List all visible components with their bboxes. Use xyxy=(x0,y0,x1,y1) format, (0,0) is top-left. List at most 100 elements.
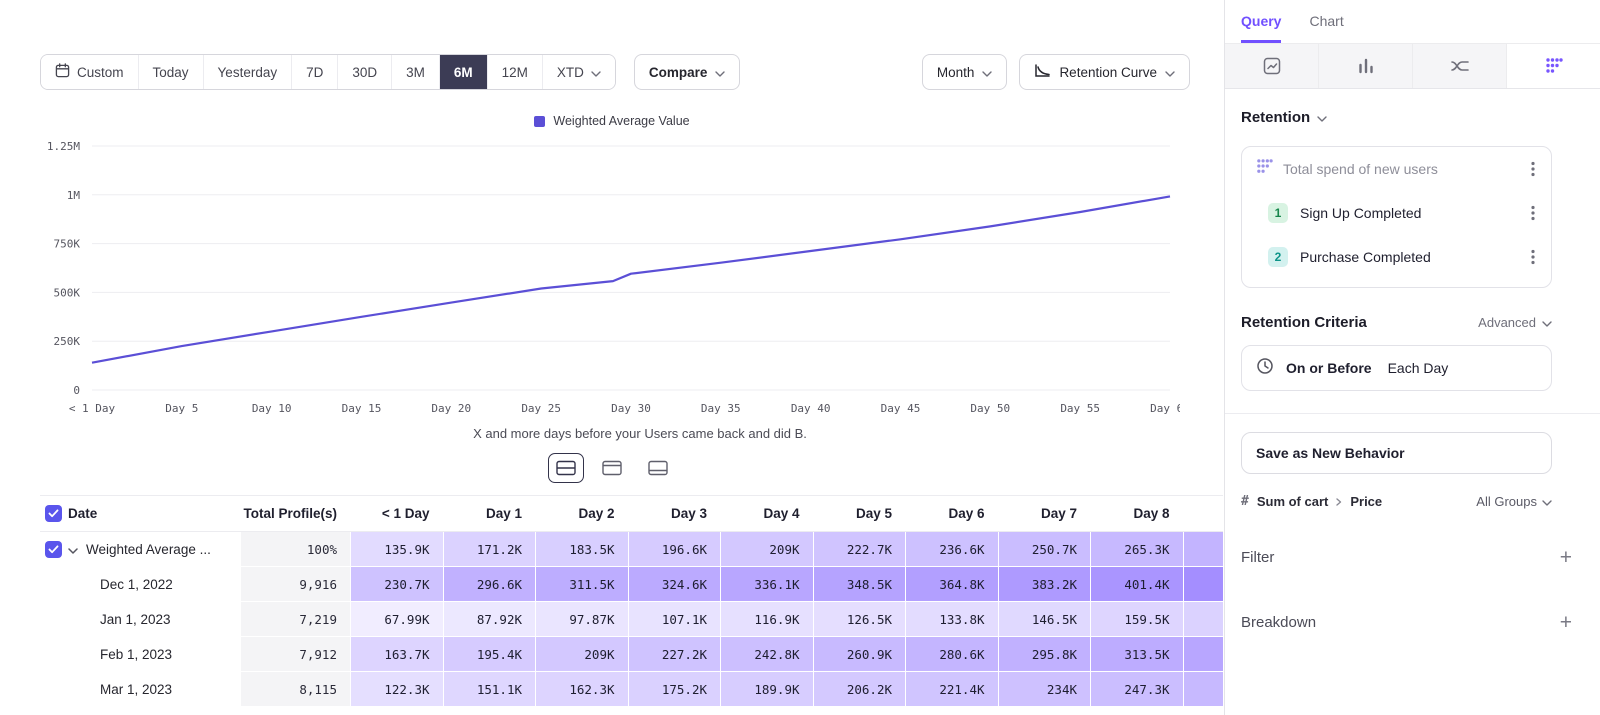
total-profiles-cell: 8,115 xyxy=(240,672,350,707)
breakdown-label: Breakdown xyxy=(1241,614,1316,631)
kebab-menu-icon[interactable] xyxy=(1527,203,1539,223)
checkbox-checked[interactable] xyxy=(45,541,62,558)
chevron-down-icon xyxy=(1542,315,1552,330)
table-row: Mar 1, 20238,115122.3K151.1K162.3K175.2K… xyxy=(40,672,1223,707)
value-cell-partial xyxy=(1183,602,1223,637)
value-cell: 236.6K xyxy=(905,532,998,567)
date-range-custom[interactable]: Custom xyxy=(41,55,138,89)
insights-chart-icon[interactable] xyxy=(1225,44,1318,88)
svg-text:Day 15: Day 15 xyxy=(342,402,382,415)
chart-type-dropdown[interactable]: Retention Curve xyxy=(1019,54,1190,90)
chevron-down-icon xyxy=(1542,494,1552,509)
value-cell: 296.6K xyxy=(443,567,536,602)
svg-text:Day 5: Day 5 xyxy=(165,402,198,415)
date-cell[interactable]: Feb 1, 2023 xyxy=(68,637,240,672)
chart-legend: Weighted Average Value xyxy=(0,114,1224,128)
date-range-label: XTD xyxy=(557,65,584,80)
measure-row[interactable]: # Sum of cart Price All Groups xyxy=(1241,494,1552,509)
column-header: Day 8 xyxy=(1090,496,1183,531)
expand-chevron-icon[interactable] xyxy=(68,542,78,557)
column-header: Day 3 xyxy=(628,496,721,531)
table-rows-layout-toggle[interactable] xyxy=(548,453,584,483)
compare-label: Compare xyxy=(649,65,708,80)
bar-chart-icon[interactable] xyxy=(1318,44,1412,88)
sidebar-body: Retention Total spend of new users 1Sign… xyxy=(1225,89,1600,633)
granularity-dropdown[interactable]: Month xyxy=(922,54,1008,90)
row-label: Mar 1, 2023 xyxy=(68,682,172,697)
value-cell: 324.6K xyxy=(628,567,721,602)
value-cell: 313.5K xyxy=(1090,637,1183,672)
total-profiles-cell: 7,912 xyxy=(240,637,350,672)
date-range-yesterday[interactable]: Yesterday xyxy=(203,55,292,89)
value-cell: 97.87K xyxy=(535,602,628,637)
table-row: Dec 1, 20229,916230.7K296.6K311.5K324.6K… xyxy=(40,567,1223,602)
kebab-menu-icon[interactable] xyxy=(1527,159,1539,179)
date-cell[interactable]: Mar 1, 2023 xyxy=(68,672,240,707)
value-cell: 250.7K xyxy=(998,532,1091,567)
date-range-3m[interactable]: 3M xyxy=(391,55,439,89)
tab-query[interactable]: Query xyxy=(1241,13,1281,43)
kebab-menu-icon[interactable] xyxy=(1527,247,1539,267)
number-property-icon: # xyxy=(1241,494,1249,509)
table-layout-toggles xyxy=(0,453,1224,483)
row-checkbox-cell xyxy=(40,602,68,637)
date-cell[interactable]: Dec 1, 2022 xyxy=(68,567,240,602)
behavior-card: Total spend of new users 1Sign Up Comple… xyxy=(1241,146,1552,288)
add-filter-button[interactable]: + xyxy=(1560,547,1572,568)
compare-button[interactable]: Compare xyxy=(634,54,741,90)
row-label: Dec 1, 2022 xyxy=(68,577,173,592)
step-label: Sign Up Completed xyxy=(1300,205,1515,221)
checkbox-checked[interactable] xyxy=(45,505,62,522)
value-cell-partial xyxy=(1183,637,1223,672)
chevron-down-icon xyxy=(1165,65,1175,80)
date-range-6m[interactable]: 6M xyxy=(439,55,487,89)
date-range-xtd[interactable]: XTD xyxy=(542,55,615,89)
behavior-header[interactable]: Total spend of new users xyxy=(1242,147,1551,191)
advanced-dropdown[interactable]: Advanced xyxy=(1478,315,1552,330)
divider xyxy=(1225,413,1600,414)
date-range-label: Custom xyxy=(77,65,124,80)
date-range-today[interactable]: Today xyxy=(138,55,203,89)
criteria-condition: On or Before xyxy=(1286,360,1372,376)
save-as-new-behavior-button[interactable]: Save as New Behavior xyxy=(1241,432,1552,474)
date-range-12m[interactable]: 12M xyxy=(487,55,542,89)
table-footer-layout-toggle[interactable] xyxy=(640,453,676,483)
measure-sub-property: Price xyxy=(1350,494,1382,509)
behavior-step[interactable]: 2Purchase Completed xyxy=(1242,235,1551,279)
row-label: Jan 1, 2023 xyxy=(68,612,171,627)
table-header-layout-toggle[interactable] xyxy=(594,453,630,483)
date-range-30d[interactable]: 30D xyxy=(337,55,391,89)
add-breakdown-button[interactable]: + xyxy=(1560,612,1572,633)
svg-text:250K: 250K xyxy=(54,335,81,348)
flows-icon[interactable] xyxy=(1412,44,1506,88)
value-cell: 364.8K xyxy=(905,567,998,602)
tab-chart[interactable]: Chart xyxy=(1309,13,1343,43)
toolbar: Custom Today Yesterday 7D 30D 3M6M12M XTD Comp… xyxy=(40,54,1190,90)
behavior-step[interactable]: 1Sign Up Completed xyxy=(1242,191,1551,235)
column-header: < 1 Day xyxy=(350,496,443,531)
value-cell: 206.2K xyxy=(813,672,906,707)
date-range-label: Yesterday xyxy=(218,65,278,80)
value-cell-partial xyxy=(1183,567,1223,602)
value-cell: 133.8K xyxy=(905,602,998,637)
date-cell[interactable]: Weighted Average ... xyxy=(68,532,240,567)
row-checkbox-cell xyxy=(40,532,68,567)
retention-section-header[interactable]: Retention xyxy=(1241,109,1572,126)
date-range-7d[interactable]: 7D xyxy=(291,55,337,89)
value-cell: 280.6K xyxy=(905,637,998,672)
svg-text:Day 25: Day 25 xyxy=(521,402,561,415)
date-cell[interactable]: Jan 1, 2023 xyxy=(68,602,240,637)
svg-text:Day 50: Day 50 xyxy=(970,402,1010,415)
row-label: Feb 1, 2023 xyxy=(68,647,172,662)
chevron-right-icon xyxy=(1336,494,1342,509)
retention-icon[interactable] xyxy=(1506,44,1600,88)
svg-text:Day 35: Day 35 xyxy=(701,402,741,415)
column-header: Day 5 xyxy=(813,496,906,531)
all-groups-dropdown[interactable]: All Groups xyxy=(1476,494,1552,509)
row-checkbox-cell xyxy=(40,567,68,602)
criteria-card[interactable]: On or Before Each Day xyxy=(1241,345,1552,391)
column-header: Day 4 xyxy=(720,496,813,531)
svg-text:Day 45: Day 45 xyxy=(881,402,921,415)
date-range-label: 30D xyxy=(352,65,377,80)
app: Custom Today Yesterday 7D 30D 3M6M12M XTD Comp… xyxy=(0,0,1600,715)
